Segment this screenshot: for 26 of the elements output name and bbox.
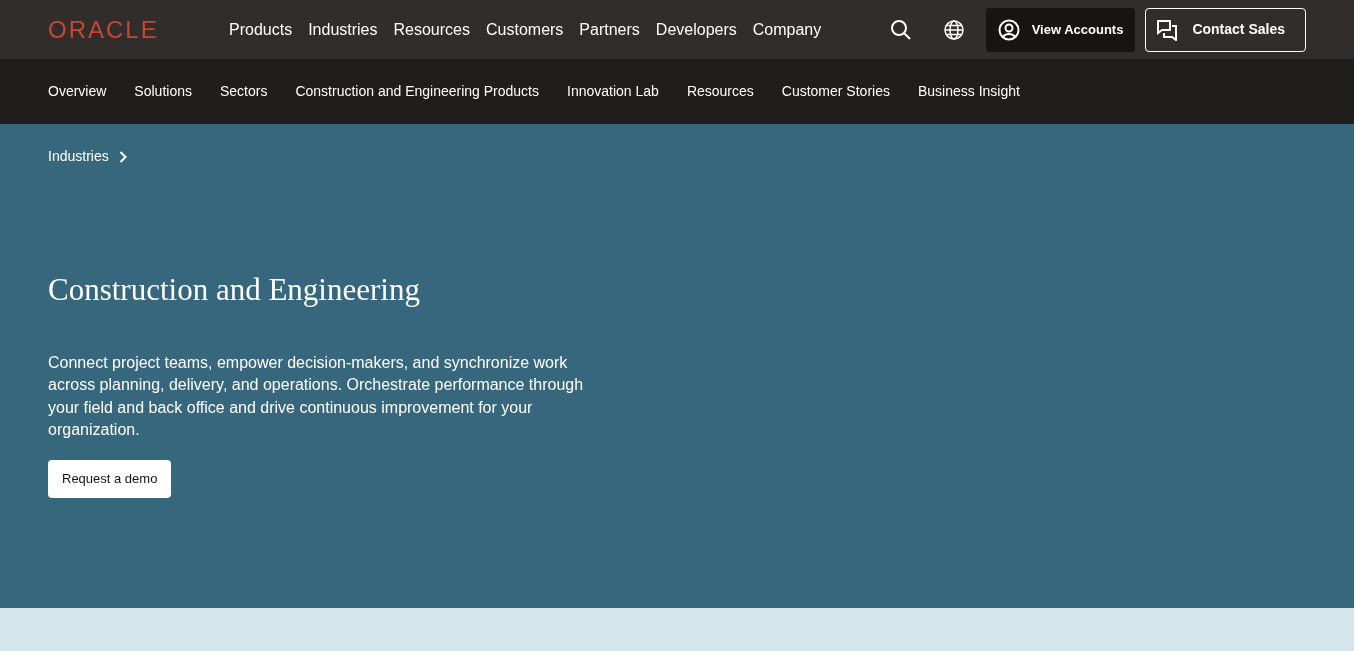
subnav-link[interactable]: Sectors <box>219 81 268 102</box>
subnav-link[interactable]: Resources <box>686 81 754 102</box>
search-icon[interactable] <box>889 18 912 41</box>
subnav-link[interactable]: Construction and Engineering Products <box>295 81 539 102</box>
request-demo-button[interactable]: Request a demo <box>48 459 172 498</box>
chevron-right-icon <box>118 150 127 163</box>
nav-link[interactable]: Resources <box>393 17 470 42</box>
nav-link[interactable]: Industries <box>308 17 378 42</box>
globe-icon[interactable] <box>943 19 964 40</box>
description-text: Connect project teams, empower decision-makers, and synchronize work across planning, delivery, and operations. Orchestrate performance through your field and back office and drive continuous improvement for your organization. <box>48 352 585 440</box>
subnav-link[interactable]: Customer Stories <box>781 81 890 102</box>
subnav-link[interactable]: Business Insight <box>917 81 1020 102</box>
subnav-link[interactable]: Overview <box>48 81 107 102</box>
user-icon <box>997 18 1020 41</box>
page-title: Construction and Engineering <box>48 271 420 309</box>
contact-sales-button[interactable]: Contact Sales <box>1145 7 1306 52</box>
nav-link[interactable]: Developers <box>655 17 737 42</box>
nav-link[interactable]: Partners <box>579 17 640 42</box>
view-accounts-button[interactable]: View Accounts <box>985 7 1136 52</box>
breadcrumb-link[interactable]: Industries <box>48 146 127 167</box>
nav-link[interactable]: Products <box>229 17 293 42</box>
subnav-link[interactable]: Solutions <box>134 81 192 102</box>
nav-link[interactable]: Company <box>752 17 822 42</box>
subnav-link[interactable]: Innovation Lab <box>567 81 659 102</box>
chat-icon <box>1156 18 1179 41</box>
nav-link[interactable]: Customers <box>486 17 564 42</box>
